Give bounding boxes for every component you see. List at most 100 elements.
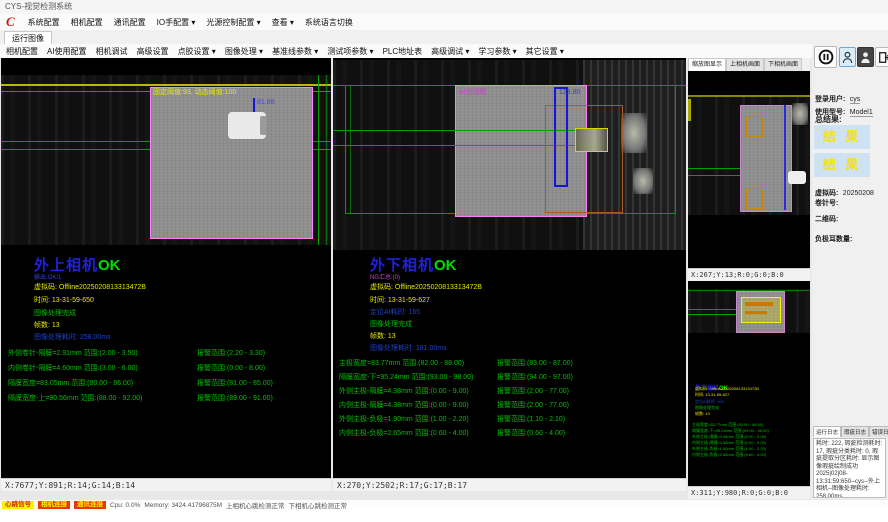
- thumbnail-upper-camera[interactable]: [688, 71, 810, 268]
- tab-upper-camera-view[interactable]: 上相机画面: [726, 58, 764, 71]
- tool-plc-address-table[interactable]: PLC地址表: [383, 46, 423, 57]
- camera-mid-result: OK: [434, 257, 457, 274]
- bright-blob: [621, 113, 647, 153]
- mini-frames: 帧数: 13: [695, 411, 710, 416]
- alarm-range: 报警范围:(2.20 - 3.30): [197, 348, 265, 358]
- tab-run-image[interactable]: 运行图像: [4, 31, 52, 45]
- mini-time: 时间: 13-31-59-627: [695, 392, 729, 397]
- process-done-line: 图像处理完成: [370, 319, 412, 329]
- menu-camera-config[interactable]: 相机配置: [71, 17, 103, 28]
- measure-green-line: [688, 168, 740, 169]
- time-line: 时间: 13-31-59-627: [370, 295, 430, 305]
- process-time-line: 图像处理耗时: 181.00ms: [370, 343, 447, 353]
- pause-button[interactable]: [814, 46, 837, 68]
- app-logo-icon: C: [6, 14, 15, 30]
- menu-system-config[interactable]: 系统配置: [28, 17, 60, 28]
- tool-advanced-debug[interactable]: 高级调试 ▾: [431, 46, 469, 57]
- virtual-code-line: 虚拟码: Offline2025020813313472B: [34, 282, 146, 292]
- thumbnail-column: 缩放图显示 上相机画面 下相机画面 X:267;Y:13;R:0;G:0;B:0: [688, 58, 810, 499]
- process-done-line: 图像处理完成: [34, 308, 76, 318]
- tab-strip: 运行图像: [0, 30, 888, 45]
- heartbeat-badge: 心跳信号: [2, 501, 34, 509]
- alarm-range: 报警范围:(2.00 - 77.00): [497, 400, 569, 410]
- toolbar: 相机配置 AI使用配置 相机调试 高级设置 点胶设置 ▾ 图像处理 ▾ 基准线参…: [0, 44, 818, 58]
- sidebar: 登录用户: cys 使用型号: Model1 总结果: 结 果 结 果 虚拟码:…: [812, 44, 888, 499]
- camera-left-pixel-status: X:7677;Y:891;R:14;G:14;B:14: [1, 478, 331, 491]
- threshold-overlay-label: 固定阈值:93, 动态阈值:100: [153, 87, 236, 97]
- tool-learning-params[interactable]: 学习参数 ▾: [478, 46, 516, 57]
- camera-left-output: 输出:OK/1: [34, 272, 61, 281]
- measurement-row: 内侧主极-隔膜=4.38mm 范围:(0.00 - 9.00)报警范围:(2.0…: [339, 400, 469, 410]
- user-login-button[interactable]: [839, 47, 856, 67]
- tool-advanced-settings[interactable]: 高级设置: [137, 46, 169, 57]
- menu-view[interactable]: 查看 ▾: [272, 17, 294, 28]
- status-bar: 心跳信号 相机连接 通讯连接 Cpu: 0.0% Memory: 3424.41…: [0, 500, 888, 510]
- menu-io-config[interactable]: IO手配置 ▾: [157, 17, 196, 28]
- bright-blob: [633, 168, 653, 194]
- mini-ai-time: 定位AI耗时: 165: [695, 399, 724, 404]
- tool-baseline-params[interactable]: 基准线参数 ▾: [272, 46, 318, 57]
- alarm-range: 报警范围:(0.00 - 8.00): [197, 363, 265, 373]
- connector-tip: [260, 116, 267, 135]
- measurement-row: 外侧卷针-隔膜=2.91mm 范围:(2.00 - 3.50)报警范围:(2.2…: [8, 348, 138, 358]
- tool-camera-debug[interactable]: 相机调试: [96, 46, 128, 57]
- thumbnail-lower-camera[interactable]: 外下相机OK 虚拟码: Offline2025020813313472B 时间:…: [688, 281, 810, 486]
- alarm-range: 报警范围:(83.00 - 87.00): [497, 358, 573, 368]
- alarm-range: 报警范围:(94.00 - 97.00): [497, 372, 573, 382]
- time-line: 时间: 13-31-59-650: [34, 295, 94, 305]
- orange-mark: [745, 302, 773, 306]
- measurement-row: 主极宽度=83.77mm 范围:(82.00 - 88.00)报警范围:(83.…: [339, 358, 464, 368]
- yellow-edge-mark: [688, 99, 691, 121]
- measurement-row: 内侧卷针-隔膜=4.60mm 范围:(3.00 - 6.00)报警范围:(0.0…: [8, 363, 138, 373]
- mini-measure-row: 内侧主极-隔膜=4.38mm 范围:(0.00 - 9.00): [692, 440, 766, 445]
- user-icon: [842, 51, 853, 64]
- main-area: 固定阈值:93, 动态阈值:100 81.88 外上相机OK 输出:OK/1 虚…: [0, 58, 888, 500]
- cpu-usage: Cpu: 0.0%: [110, 502, 140, 509]
- measurement-row: 隔膜宽度-下=95.24mm 范围:(93.00 - 98.00)报警范围:(9…: [339, 372, 473, 382]
- blue-measure-box: [554, 87, 568, 187]
- tool-camera-config[interactable]: 相机配置: [6, 46, 38, 57]
- measure-green-line: [688, 175, 740, 176]
- mini-measure-row: 内侧主极-负极=2.65mm 范围:(0.60 - 4.00): [692, 452, 766, 457]
- alarm-range: 报警范围:(89.00 - 91.00): [197, 393, 273, 403]
- orange-roi-box: [746, 117, 763, 137]
- virtual-code-line: 虚拟码: Offline2025020813313472B: [370, 282, 482, 292]
- camera-mid-ng-summary: NG汇总:(0): [370, 272, 400, 281]
- orange-roi-box: [746, 189, 763, 209]
- model-value: Model1: [850, 109, 873, 117]
- bright-blob: [792, 103, 808, 125]
- user-dark-icon: [860, 51, 871, 64]
- menu-language-switch[interactable]: 系统语言切换: [305, 17, 353, 28]
- tool-other-settings[interactable]: 其它设置 ▾: [526, 46, 564, 57]
- log-text-area[interactable]: 耗时: 222, 瑕疵检测耗时: 17, 瑕疵分类耗时: 0, 瑕疵提取分区耗时…: [813, 438, 886, 498]
- tool-image-processing[interactable]: 图像处理 ▾: [225, 46, 263, 57]
- user-manage-button[interactable]: [857, 47, 874, 67]
- thumb1-pixel-status: X:267;Y:13;R:0;G:0;B:0: [688, 268, 810, 281]
- tool-dispensing-settings[interactable]: 点胶设置 ▾: [178, 46, 216, 57]
- tool-test-params[interactable]: 测试项参数 ▾: [327, 46, 373, 57]
- mini-measure-row: 外侧主极-负极=1.90mm 范围:(1.00 - 2.20): [692, 446, 766, 451]
- tab-lower-camera-view[interactable]: 下相机画面: [764, 58, 802, 71]
- tab-zoom-view[interactable]: 缩放图显示: [688, 58, 726, 71]
- exit-button[interactable]: [875, 47, 888, 67]
- mini-measure-row: 外侧主极-隔膜=4.38mm 范围:(0.00 - 9.00): [692, 434, 766, 439]
- menu-light-config[interactable]: 光源控制配置 ▾: [206, 17, 260, 28]
- mini-measure-row: 主极宽度=83.77mm 范围:(82.00 - 88.00): [692, 422, 763, 427]
- thumb2-pixel-status: X:311;Y:980;R:0;G:0;B:0: [688, 486, 810, 499]
- tab-error-log[interactable]: 错误日志: [869, 426, 888, 437]
- tool-ai-usage-config[interactable]: AI使用配置: [47, 46, 87, 57]
- alarm-range: 报警范围:(2.00 - 77.00): [497, 386, 569, 396]
- camera-mid-pixel-status: X:270;Y:2502;R:17;G:17;B:17: [333, 478, 686, 491]
- exit-door-icon: [878, 51, 888, 64]
- log-tabs: 运行日志 瑕疵日志 错误日志: [813, 426, 888, 437]
- tab-run-log[interactable]: 运行日志: [813, 426, 841, 437]
- camera-left-result: OK: [98, 257, 121, 274]
- blue-measure-value: 123.80: [559, 89, 580, 96]
- qrcode-label: 二维码:: [815, 214, 838, 224]
- pause-icon: [818, 49, 834, 65]
- menu-comm-config[interactable]: 通讯配置: [114, 17, 146, 28]
- camera-mid-panel: AI检测框 123.80 外下相机OK NG汇总:(0) 虚拟码: Offlin…: [333, 58, 686, 491]
- tab-defect-log[interactable]: 瑕疵日志: [841, 426, 869, 437]
- result-box-upper: 结 果: [814, 125, 870, 149]
- result-box-lower: 结 果: [814, 153, 870, 177]
